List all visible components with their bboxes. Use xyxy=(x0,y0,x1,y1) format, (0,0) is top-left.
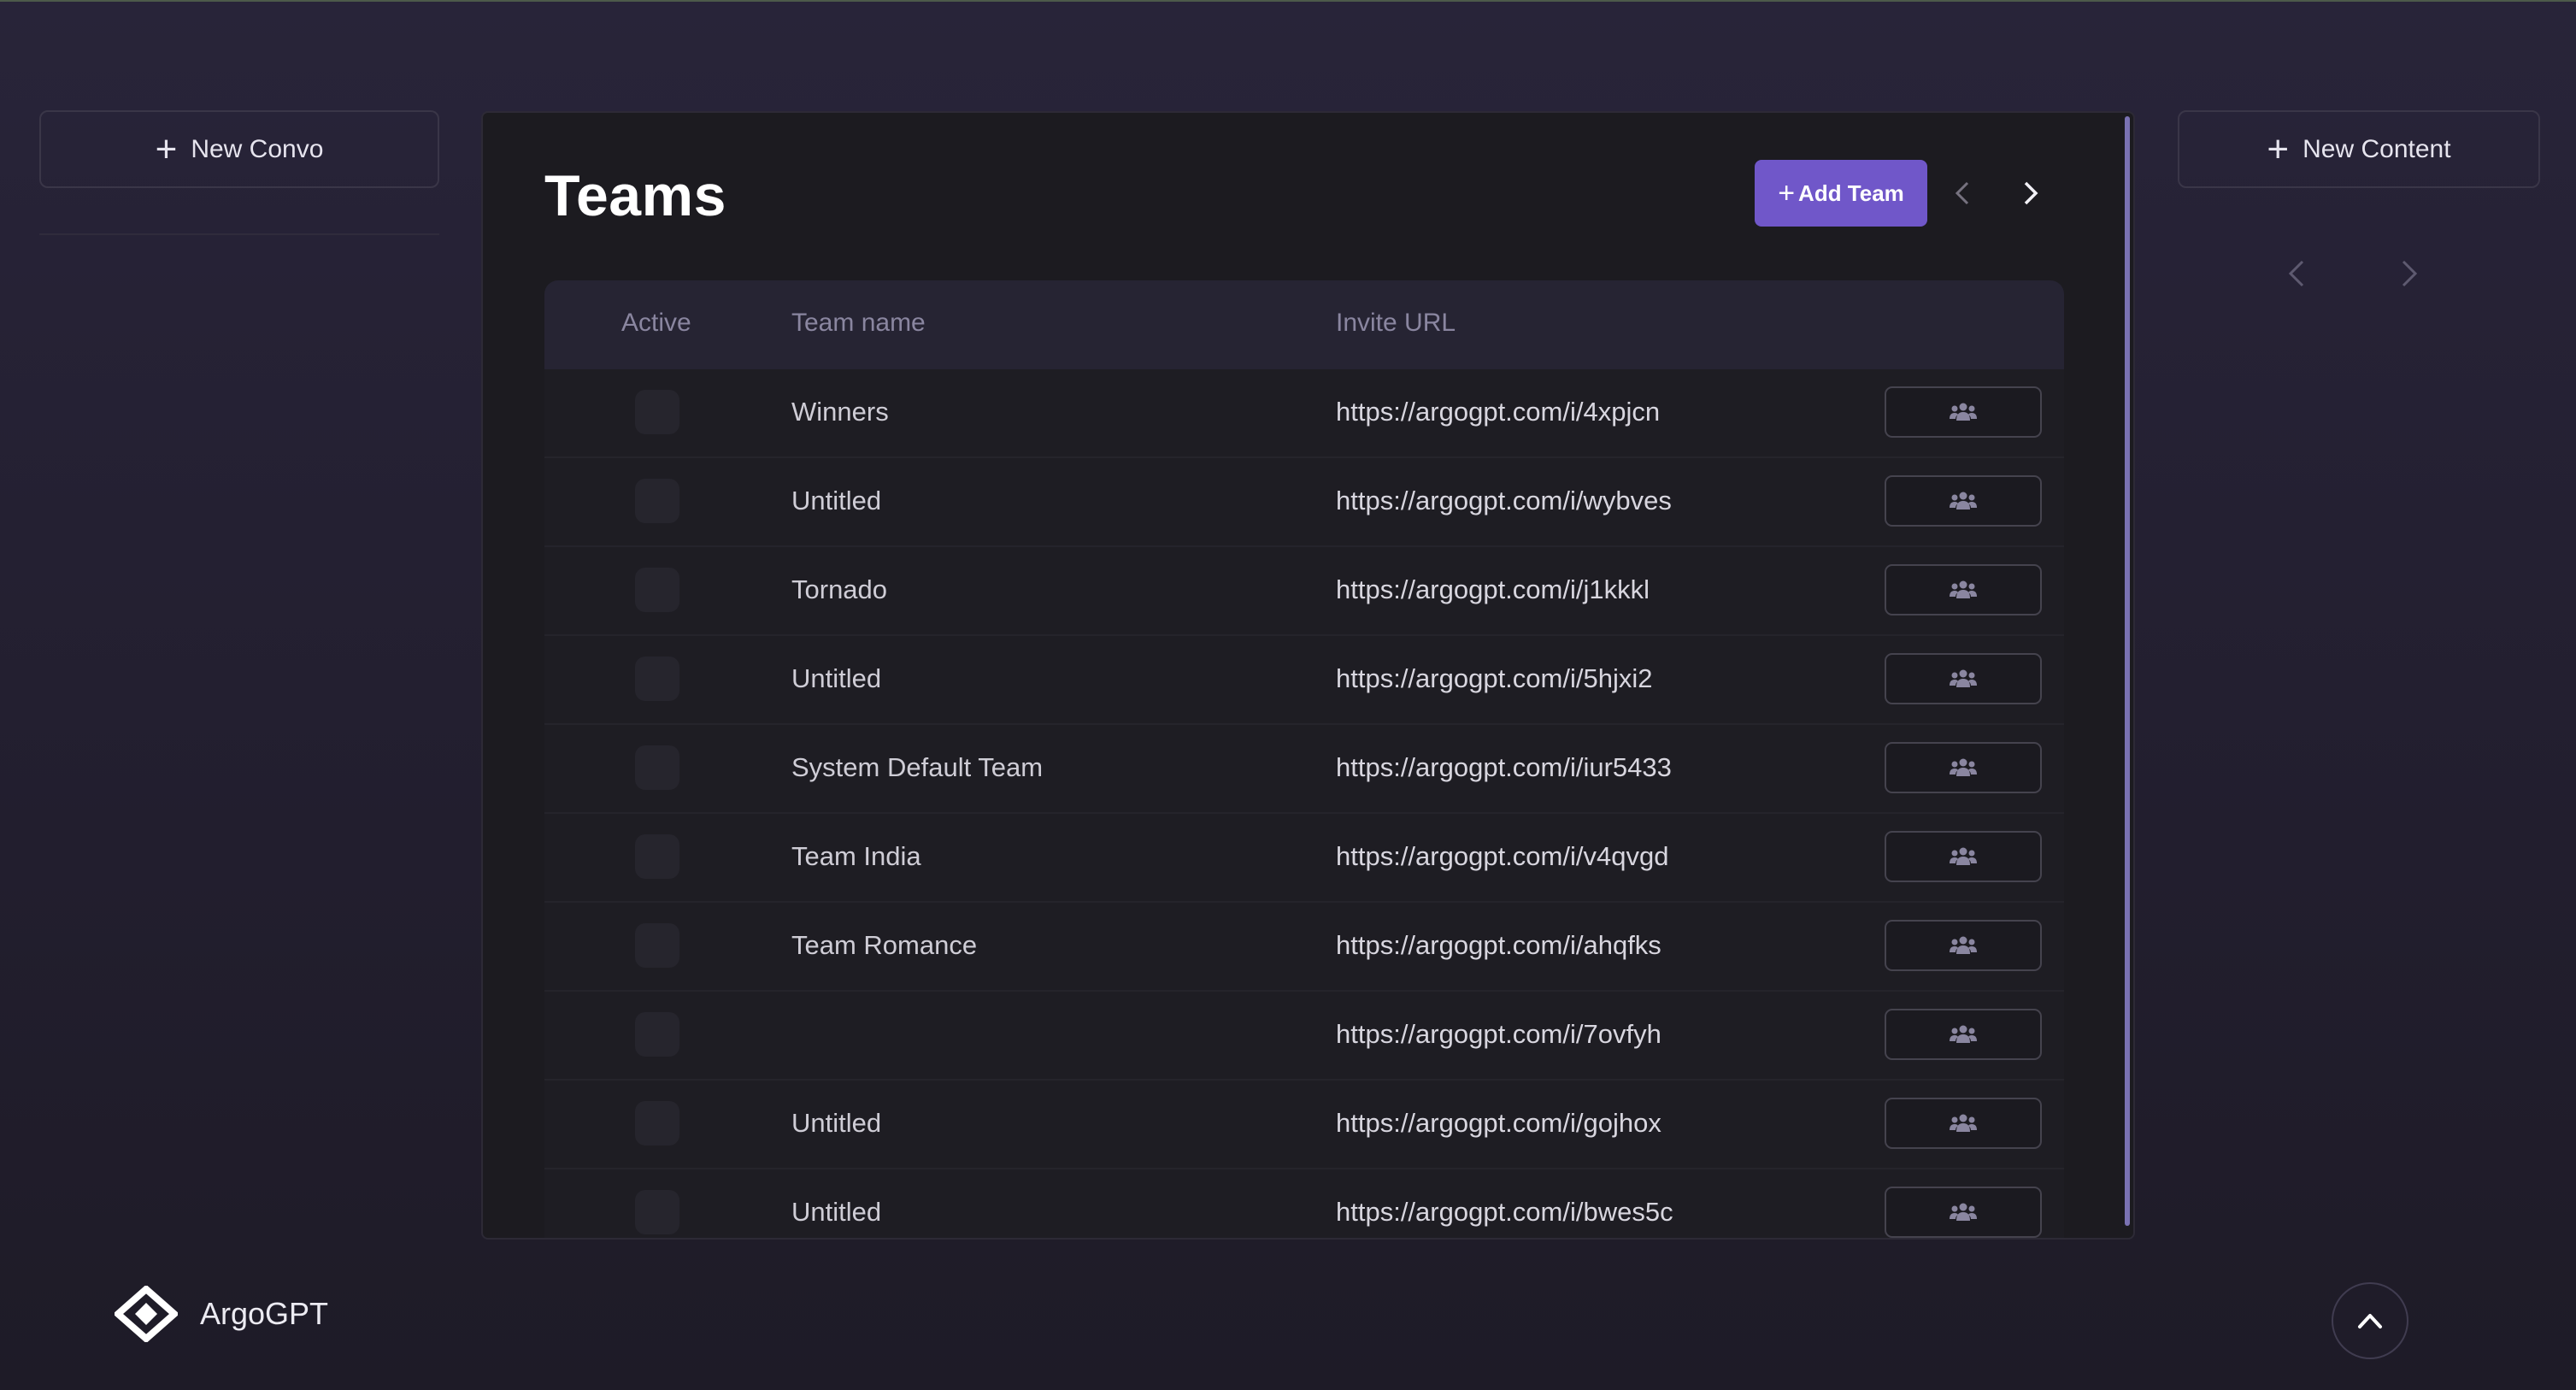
table-row: Team Romance https://argogpt.com/i/ahqfk… xyxy=(544,903,2064,992)
team-name: Untitled xyxy=(791,486,882,515)
column-header-active: Active xyxy=(621,309,691,337)
team-members-button[interactable] xyxy=(1885,1009,2042,1060)
team-members-button[interactable] xyxy=(1885,475,2042,527)
team-name: Untitled xyxy=(791,1108,882,1138)
team-name: Team India xyxy=(791,841,921,871)
table-row: Tornado https://argogpt.com/i/j1kkkl xyxy=(544,547,2064,636)
plus-icon: + xyxy=(1778,177,1796,209)
team-members-icon xyxy=(1950,1025,1977,1043)
table-row: https://argogpt.com/i/7ovfyh xyxy=(544,992,2064,1081)
new-content-button[interactable]: + New Content xyxy=(2178,110,2540,188)
new-convo-label: New Convo xyxy=(191,134,324,163)
team-name: Untitled xyxy=(791,663,882,693)
table-row: System Default Team https://argogpt.com/… xyxy=(544,725,2064,814)
right-pager xyxy=(2280,255,2434,292)
page-title: Teams xyxy=(544,163,726,228)
table-row: Untitled https://argogpt.com/i/bwes5c xyxy=(544,1169,2064,1238)
invite-url[interactable]: https://argogpt.com/i/wybves xyxy=(1336,486,1672,516)
team-members-button[interactable] xyxy=(1885,831,2042,882)
chevron-up-icon xyxy=(2358,1314,2382,1328)
table-row: Winners https://argogpt.com/i/4xpjcn xyxy=(544,369,2064,458)
add-team-button[interactable]: + Add Team xyxy=(1755,160,1927,227)
table-row: Team India https://argogpt.com/i/v4qvgd xyxy=(544,814,2064,903)
invite-url[interactable]: https://argogpt.com/i/7ovfyh xyxy=(1336,1019,1661,1050)
active-checkbox[interactable] xyxy=(635,479,679,523)
team-members-icon xyxy=(1950,1203,1977,1221)
team-members-icon xyxy=(1950,847,1977,865)
invite-url[interactable]: https://argogpt.com/i/bwes5c xyxy=(1336,1197,1673,1228)
invite-url[interactable]: https://argogpt.com/i/v4qvgd xyxy=(1336,841,1668,872)
table-header: Active Team name Invite URL xyxy=(544,280,2064,369)
teams-table: Active Team name Invite URL Winners http… xyxy=(544,280,2064,1238)
table-row: Untitled https://argogpt.com/i/5hjxi2 xyxy=(544,636,2064,725)
invite-url[interactable]: https://argogpt.com/i/4xpjcn xyxy=(1336,397,1660,427)
team-name: System Default Team xyxy=(791,752,1044,782)
active-checkbox[interactable] xyxy=(635,390,679,434)
new-convo-button[interactable]: + New Convo xyxy=(39,110,439,188)
team-members-button[interactable] xyxy=(1885,564,2042,615)
chevron-right-icon[interactable] xyxy=(2013,176,2047,210)
active-checkbox[interactable] xyxy=(635,1101,679,1146)
team-name: Team Romance xyxy=(791,930,978,960)
active-checkbox[interactable] xyxy=(635,923,679,968)
invite-url[interactable]: https://argogpt.com/i/j1kkkl xyxy=(1336,574,1650,605)
invite-url[interactable]: https://argogpt.com/i/ahqfks xyxy=(1336,930,1661,961)
team-members-button[interactable] xyxy=(1885,1187,2042,1238)
invite-url[interactable]: https://argogpt.com/i/gojhox xyxy=(1336,1108,1661,1139)
invite-url[interactable]: https://argogpt.com/i/iur5433 xyxy=(1336,752,1672,783)
chevron-right-icon[interactable] xyxy=(2391,255,2426,292)
active-checkbox[interactable] xyxy=(635,1190,679,1234)
sidebar-divider xyxy=(39,233,439,235)
team-name: Untitled xyxy=(791,1197,882,1227)
team-members-icon xyxy=(1950,758,1977,776)
team-members-icon xyxy=(1950,580,1977,598)
active-checkbox[interactable] xyxy=(635,1012,679,1057)
team-members-icon xyxy=(1950,492,1977,509)
column-header-invite-url: Invite URL xyxy=(1336,309,1456,337)
team-members-button[interactable] xyxy=(1885,742,2042,793)
team-members-icon xyxy=(1950,403,1977,421)
column-header-team-name: Team name xyxy=(791,309,926,337)
plus-icon: + xyxy=(2267,127,2290,170)
team-members-button[interactable] xyxy=(1885,386,2042,438)
table-row: Untitled https://argogpt.com/i/gojhox xyxy=(544,1081,2064,1169)
argogpt-logo-icon xyxy=(115,1286,178,1342)
active-checkbox[interactable] xyxy=(635,745,679,790)
table-body: Winners https://argogpt.com/i/4xpjcn Unt… xyxy=(544,369,2064,1238)
team-members-icon xyxy=(1950,936,1977,954)
team-members-icon xyxy=(1950,1114,1977,1132)
logo-text: ArgoGPT xyxy=(200,1296,329,1331)
team-name: Tornado xyxy=(791,574,888,604)
active-checkbox[interactable] xyxy=(635,657,679,701)
team-members-icon xyxy=(1950,669,1977,687)
team-members-button[interactable] xyxy=(1885,653,2042,704)
invite-url[interactable]: https://argogpt.com/i/5hjxi2 xyxy=(1336,663,1652,694)
teams-panel: Teams + Add Team Active Team name Invite… xyxy=(481,111,2135,1240)
team-members-button[interactable] xyxy=(1885,1098,2042,1149)
team-members-button[interactable] xyxy=(1885,920,2042,971)
app-logo[interactable]: ArgoGPT xyxy=(115,1286,328,1342)
plus-icon: + xyxy=(155,127,178,170)
active-checkbox[interactable] xyxy=(635,568,679,612)
table-row: Untitled https://argogpt.com/i/wybves xyxy=(544,458,2064,547)
scroll-to-top-button[interactable] xyxy=(2332,1282,2408,1359)
team-name: Winners xyxy=(791,397,889,427)
active-checkbox[interactable] xyxy=(635,834,679,879)
chevron-left-icon[interactable] xyxy=(1946,176,1980,210)
new-content-label: New Content xyxy=(2303,134,2451,163)
add-team-label: Add Team xyxy=(1798,180,1904,206)
chevron-left-icon[interactable] xyxy=(2280,255,2314,292)
panel-scrollbar[interactable] xyxy=(2125,116,2130,1226)
